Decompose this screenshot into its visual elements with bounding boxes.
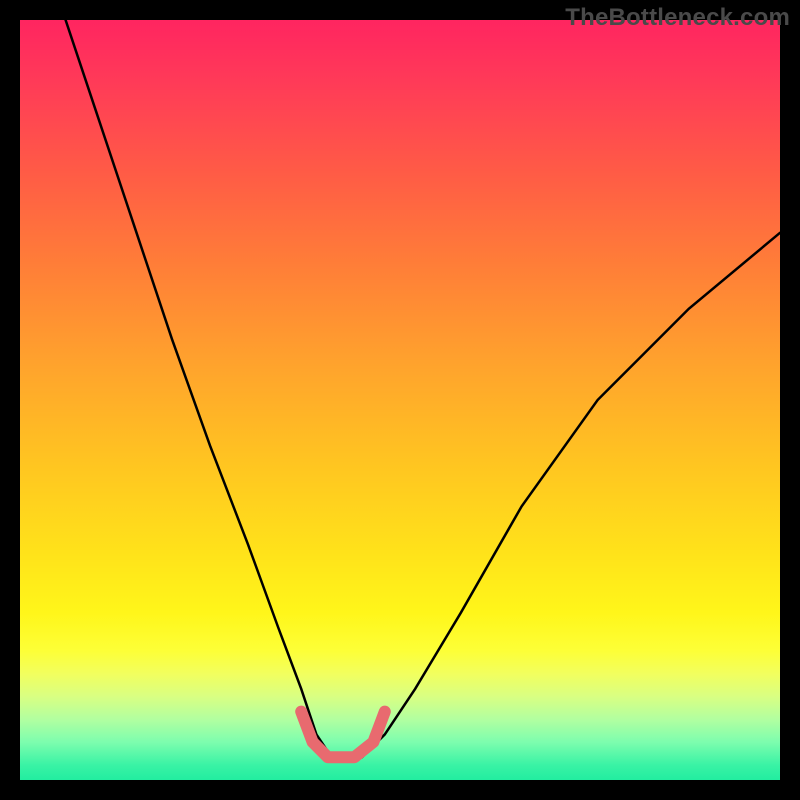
optimal-zone xyxy=(301,712,385,758)
bottleneck-curve xyxy=(66,20,780,757)
plot-area xyxy=(20,20,780,780)
watermark-text: TheBottleneck.com xyxy=(565,4,790,32)
curves-layer xyxy=(20,20,780,780)
chart-frame: TheBottleneck.com xyxy=(0,0,800,800)
